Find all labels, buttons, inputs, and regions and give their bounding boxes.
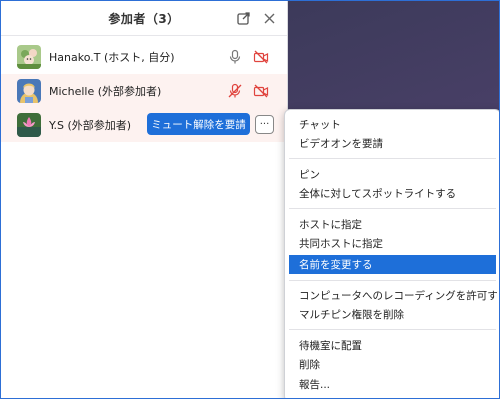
participant-row[interactable]: Hanako.T (ホスト, 自分) bbox=[1, 40, 287, 74]
pop-out-icon[interactable] bbox=[235, 10, 251, 26]
video-off-icon[interactable] bbox=[253, 83, 269, 99]
avatar bbox=[17, 45, 41, 69]
close-icon[interactable] bbox=[261, 10, 277, 26]
menu-item-make-host[interactable]: ホストに指定 bbox=[289, 215, 496, 234]
menu-item-allow-record-to-computer[interactable]: コンピュータへのレコーディングを許可する bbox=[289, 286, 499, 305]
menu-item-pin[interactable]: ピン bbox=[289, 165, 496, 184]
menu-separator bbox=[289, 158, 496, 159]
video-off-icon[interactable] bbox=[253, 49, 269, 65]
avatar bbox=[17, 79, 41, 103]
menu-item-spotlight-for-everyone[interactable]: 全体に対してスポットライトする bbox=[289, 184, 496, 203]
app-window: 参加者（3） Hanako.T (ホスト, 自分) Michelle (外部参加… bbox=[0, 0, 500, 399]
panel-title: 参加者（3） bbox=[108, 11, 180, 26]
panel-header: 参加者（3） bbox=[1, 1, 287, 36]
more-options-button[interactable]: ··· bbox=[255, 115, 274, 134]
menu-separator bbox=[289, 329, 496, 330]
menu-item-ask-start-video[interactable]: ビデオオンを要請 bbox=[289, 134, 496, 153]
menu-separator bbox=[289, 280, 496, 281]
participant-row[interactable]: Y.S (外部参加者) ミュート解除を要請 ··· bbox=[1, 108, 287, 142]
menu-item-remove-multi-pin-permission[interactable]: マルチピン権限を削除 bbox=[289, 305, 496, 324]
menu-item-put-in-waiting-room[interactable]: 待機室に配置 bbox=[289, 336, 496, 355]
participant-row[interactable]: Michelle (外部参加者) bbox=[1, 74, 287, 108]
menu-separator bbox=[289, 208, 496, 209]
more-icon: ··· bbox=[259, 118, 270, 130]
participant-name: Michelle (外部参加者) bbox=[49, 85, 162, 98]
menu-item-make-co-host[interactable]: 共同ホストに指定 bbox=[289, 234, 496, 253]
menu-item-rename[interactable]: 名前を変更する bbox=[289, 255, 496, 274]
participant-context-menu: チャット ビデオオンを要請 ピン 全体に対してスポットライトする ホストに指定 … bbox=[284, 109, 499, 398]
microphone-icon[interactable] bbox=[227, 49, 243, 65]
participants-panel: 参加者（3） Hanako.T (ホスト, 自分) Michelle (外部参加… bbox=[1, 1, 288, 398]
participant-name: Hanako.T (ホスト, 自分) bbox=[49, 51, 175, 64]
menu-item-chat[interactable]: チャット bbox=[289, 115, 496, 134]
avatar bbox=[17, 113, 41, 137]
menu-item-report[interactable]: 報告... bbox=[289, 375, 496, 394]
menu-item-remove[interactable]: 削除 bbox=[289, 355, 496, 374]
ask-to-unmute-button[interactable]: ミュート解除を要請 bbox=[147, 113, 250, 135]
participant-name: Y.S (外部参加者) bbox=[49, 119, 132, 132]
microphone-muted-icon[interactable] bbox=[227, 83, 243, 99]
